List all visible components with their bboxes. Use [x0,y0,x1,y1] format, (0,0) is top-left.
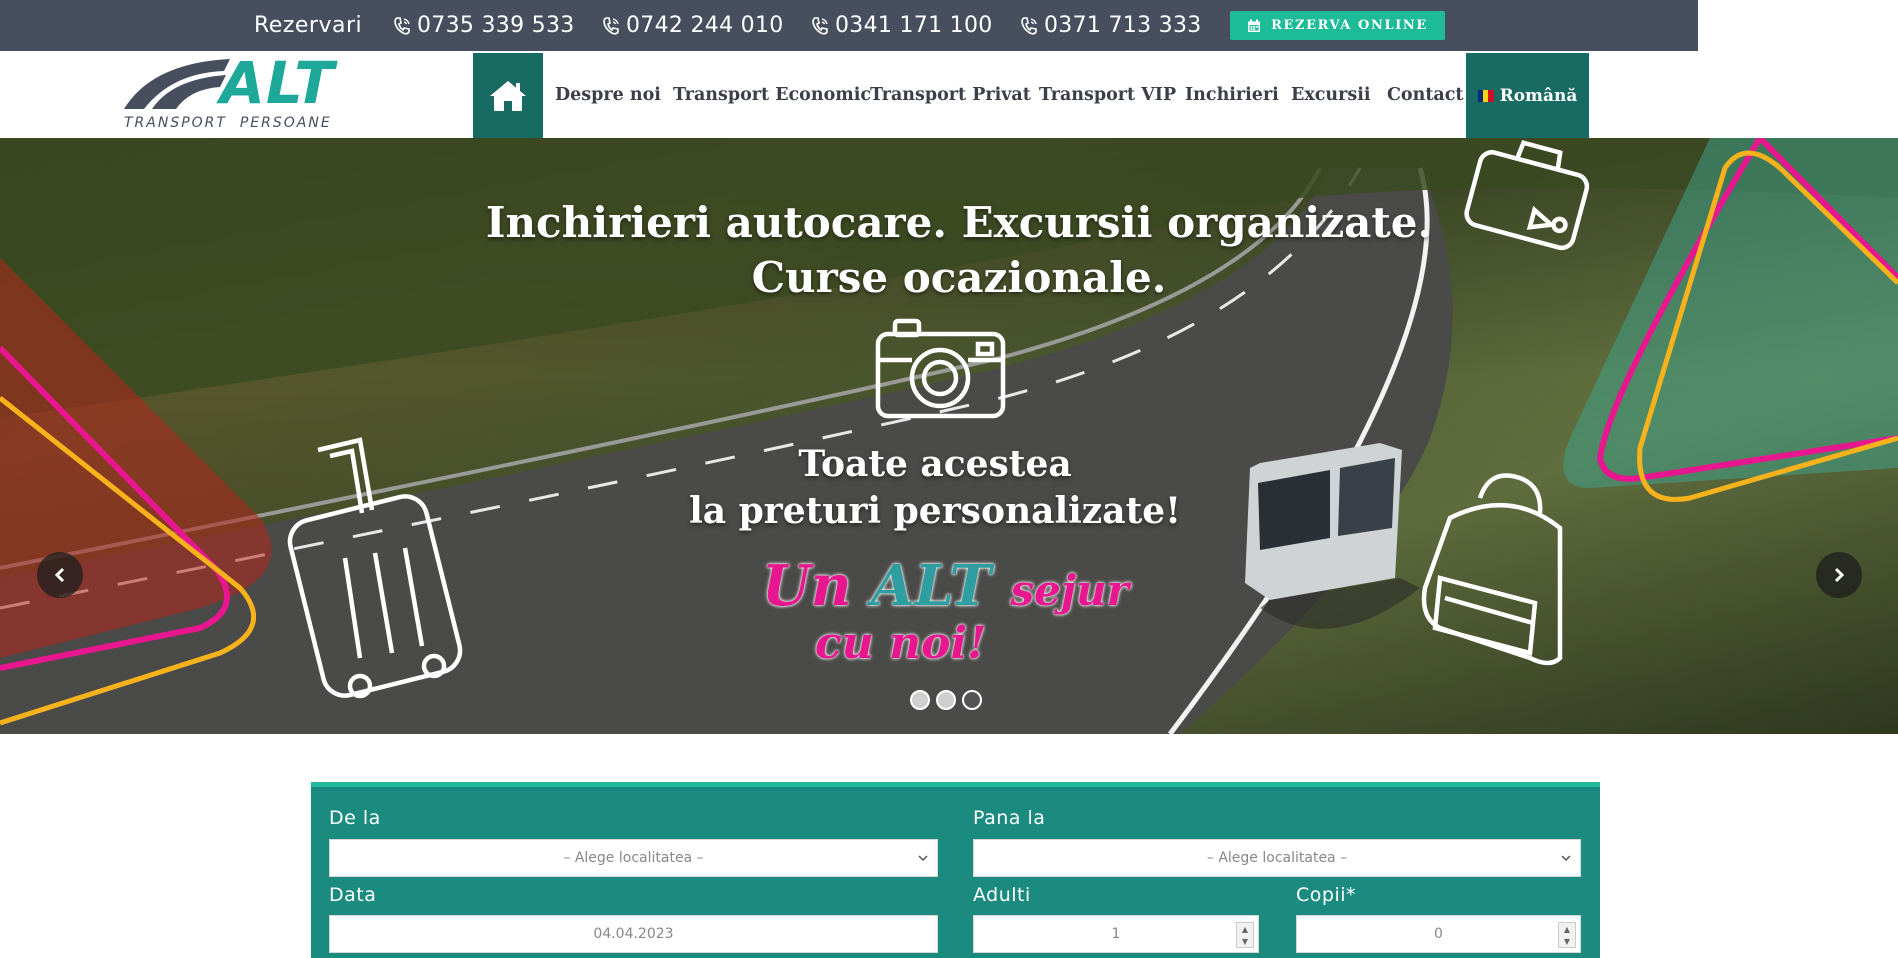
from-label: De la [329,807,381,829]
site-logo[interactable]: ALT TRANSPORT PERSOANE [122,49,352,137]
from-select[interactable]: – Alege localitatea – [329,839,938,877]
nav-item-transport-vip[interactable]: Transport VIP [1039,53,1176,138]
logo-tagline: TRANSPORT PERSOANE [124,115,332,131]
hero-subtitle-line-1: Toate acestea [798,443,1072,485]
reservations-label: Rezervari [254,13,363,38]
phone-link-2[interactable]: 0742 244 010 [602,0,784,51]
phone-icon [812,16,828,35]
phone-link-3[interactable]: 0341 171 100 [811,0,993,51]
children-label: Copii* [1296,884,1357,906]
nav-item-transport-economic[interactable]: Transport Economic [673,53,871,138]
home-icon [490,80,526,111]
chevron-down-icon [1561,855,1571,862]
nav-item-contact[interactable]: Contact [1387,53,1464,138]
hero-slogan-line-1: Un ALT sejur [762,553,1129,619]
nav-item-despre-noi[interactable]: Despre noi [555,53,661,138]
nav-item-inchirieri[interactable]: Inchirieri [1185,53,1279,138]
adults-label: Adulti [973,884,1031,906]
spin-down-icon: ▼ [1241,936,1249,946]
top-bar: Rezervari 0735 339 533 0742 244 010 0341… [0,0,1698,51]
hero-title-line-1: Inchirieri autocare. Excursii organizate… [485,198,1433,247]
to-select-value: – Alege localitatea – [1206,850,1348,866]
phone-link-1[interactable]: 0735 339 533 [393,0,575,51]
to-label: Pana la [973,807,1046,829]
phone-icon [1021,16,1037,35]
slogan-un: Un [762,553,852,619]
chevron-left-icon [54,567,65,583]
romania-flag-icon [1477,89,1494,102]
phone-link-4[interactable]: 0371 713 333 [1020,0,1202,51]
adults-value: 1 [1111,926,1121,942]
logo-brand: ALT [220,49,335,117]
slider-dot-1[interactable] [910,690,930,710]
slogan-alt: ALT [871,553,991,619]
phone-number-2: 0742 244 010 [626,13,784,38]
to-select[interactable]: – Alege localitatea – [973,839,1581,877]
from-select-value: – Alege localitatea – [563,850,704,866]
nav-item-transport-privat[interactable]: Transport Privat [870,53,1031,138]
calendar-icon [1248,19,1261,32]
phone-number-4: 0371 713 333 [1044,13,1202,38]
phone-icon [394,16,410,35]
spin-down-icon: ▼ [1563,936,1571,946]
booking-form: De la – Alege localitatea – Pana la – Al… [311,782,1600,958]
nav-item-excursii[interactable]: Excursii [1291,53,1371,138]
phone-icon [603,16,619,35]
hero-title-line-2: Curse ocazionale. [751,253,1167,302]
hero-slogan-line-2: cu noi! [815,618,987,669]
children-stepper[interactable]: 0 ▲ ▼ [1296,915,1581,953]
date-input[interactable]: 04.04.2023 [329,915,938,953]
slogan-sejur: sejur [1010,566,1129,615]
phone-number-1: 0735 339 533 [417,13,575,38]
slider-dot-2[interactable] [936,690,956,710]
phone-number-3: 0341 171 100 [835,13,993,38]
children-value: 0 [1434,926,1443,942]
adults-stepper[interactable]: 1 ▲ ▼ [973,915,1259,953]
spin-up-icon: ▲ [1241,924,1249,934]
date-input-value: 04.04.2023 [593,926,674,942]
nav-home-button[interactable] [473,53,543,138]
reserve-online-button[interactable]: REZERVA ONLINE [1230,11,1445,40]
slider-prev-button[interactable] [37,552,83,598]
children-spin-buttons[interactable]: ▲ ▼ [1558,922,1576,948]
slider-dot-3[interactable] [962,690,982,710]
chevron-right-icon [1834,567,1845,583]
reserve-online-label: REZERVA ONLINE [1271,18,1428,33]
logo-road-swoosh [124,59,230,109]
date-label: Data [329,884,377,906]
adults-spin-buttons[interactable]: ▲ ▼ [1236,922,1254,948]
chevron-down-icon [918,855,928,862]
site-header: ALT TRANSPORT PERSOANE Despre noi Transp… [0,49,1898,138]
slider-next-button[interactable] [1816,552,1862,598]
hero-subtitle-line-2: la preturi personalizate! [689,490,1181,532]
language-selector[interactable]: Română [1466,53,1589,138]
slider-dots [910,690,982,710]
hero-slider: Inchirieri autocare. Excursii organizate… [0,138,1898,734]
spin-up-icon: ▲ [1563,924,1571,934]
language-label: Română [1499,85,1578,106]
